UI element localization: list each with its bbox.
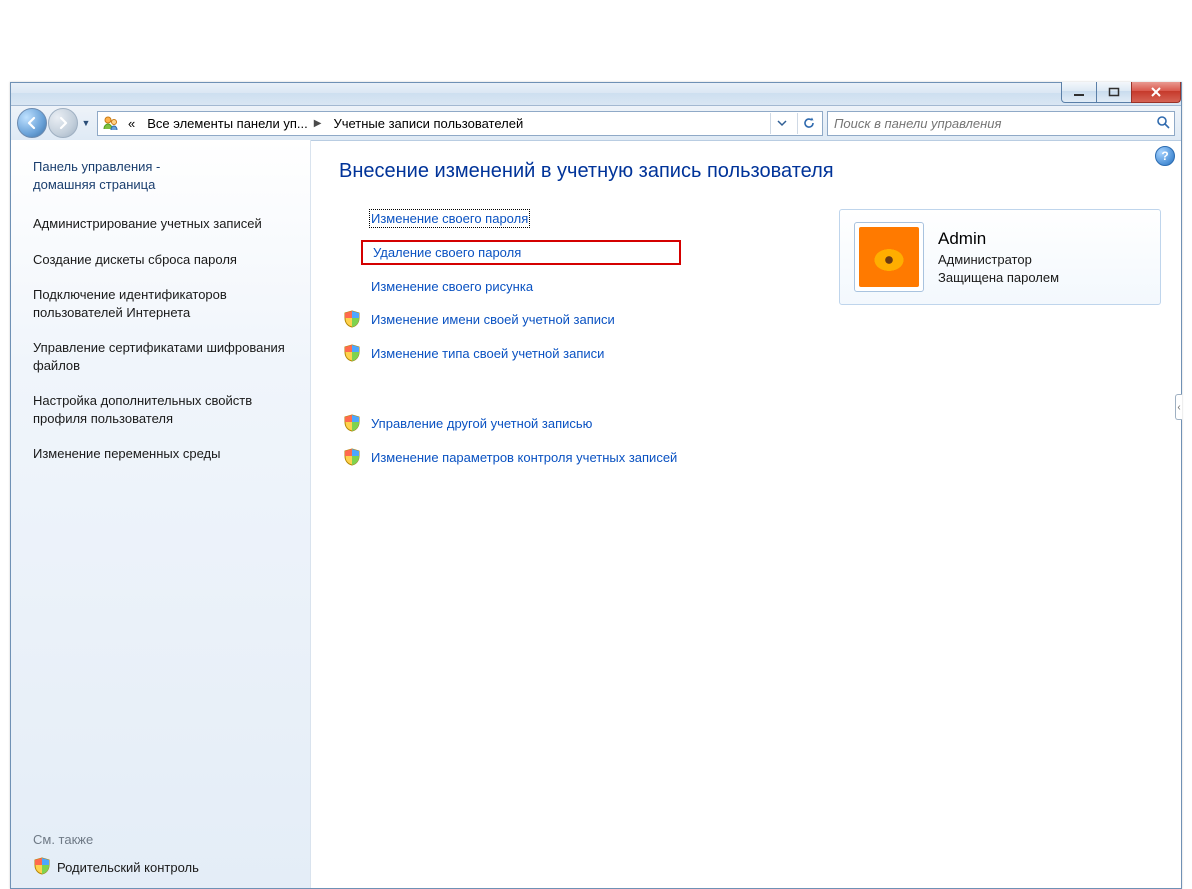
sidebar-task-2[interactable]: Подключение идентификаторов пользователе…: [33, 286, 288, 321]
avatar: [854, 222, 924, 292]
sidebar-task-5[interactable]: Изменение переменных среды: [33, 445, 288, 463]
user-card: Admin Администратор Защищена паролем: [839, 209, 1161, 305]
sidebar-task-0[interactable]: Администрирование учетных записей: [33, 215, 288, 233]
window: ▼ « Все элементы панели уп... ▶: [10, 82, 1182, 889]
link-remove-password-label: Удаление своего пароля: [373, 245, 521, 260]
search-input[interactable]: [832, 115, 1150, 132]
breadcrumb-part-2-label: Учетные записи пользователей: [333, 116, 523, 131]
shield-icon: [343, 310, 361, 328]
chevron-right-icon: ▶: [314, 118, 322, 129]
sidebar-task-4[interactable]: Настройка дополнительных свойств профиля…: [33, 392, 288, 427]
help-button[interactable]: ?: [1155, 146, 1175, 166]
chevron-down-icon: [777, 118, 787, 128]
titlebar: [11, 83, 1181, 106]
minimize-icon: [1073, 87, 1085, 97]
see-also-label: См. также: [33, 832, 288, 847]
back-button[interactable]: [17, 108, 47, 138]
forward-button[interactable]: [48, 108, 78, 138]
link-uac-settings-label: Изменение параметров контроля учетных за…: [371, 450, 677, 465]
link-manage-other[interactable]: Управление другой учетной записью: [339, 412, 681, 434]
main-row: Изменение своего пароля Удаление своего …: [339, 209, 1161, 468]
breadcrumb-overflow[interactable]: «: [124, 113, 139, 134]
user-accounts-icon: [102, 114, 120, 132]
home-link-line1: Панель управления -: [33, 159, 160, 174]
avatar-image: [859, 227, 919, 287]
account-actions: Изменение своего пароля Удаление своего …: [367, 209, 681, 468]
home-link-line2: домашняя страница: [33, 177, 155, 192]
breadcrumb-part-1[interactable]: Все элементы панели уп... ▶: [143, 113, 325, 134]
link-change-picture-label: Изменение своего рисунка: [371, 279, 533, 294]
link-change-type[interactable]: Изменение типа своей учетной записи: [339, 342, 681, 364]
address-bar: ▼ « Все элементы панели уп... ▶: [11, 106, 1181, 141]
search-box[interactable]: [827, 111, 1175, 136]
close-button[interactable]: [1131, 82, 1181, 103]
link-remove-password[interactable]: Удаление своего пароля: [361, 240, 681, 265]
user-role: Администратор: [938, 251, 1059, 269]
window-controls: [1062, 82, 1181, 103]
refresh-icon: [802, 116, 816, 130]
sidebar-task-3[interactable]: Управление сертификатами шифрования файл…: [33, 339, 288, 374]
parental-controls-link[interactable]: Родительский контроль: [33, 857, 288, 878]
page-heading: Внесение изменений в учетную запись поль…: [339, 160, 1161, 183]
arrow-left-icon: [25, 116, 39, 130]
address-field[interactable]: « Все элементы панели уп... ▶ Учетные за…: [97, 111, 823, 136]
user-name: Admin: [938, 227, 1059, 251]
parental-controls-label: Родительский контроль: [57, 860, 199, 875]
link-change-password[interactable]: Изменение своего пароля: [367, 209, 681, 228]
control-panel-home-link[interactable]: Панель управления - домашняя страница: [33, 158, 288, 193]
search-icon: [1156, 115, 1170, 132]
sidebar: Панель управления - домашняя страница Ад…: [11, 140, 311, 888]
maximize-icon: [1108, 87, 1120, 97]
chevron-left-icon: ‹: [1177, 402, 1180, 413]
shield-icon: [343, 344, 361, 362]
minimize-button[interactable]: [1061, 82, 1097, 103]
collapse-handle[interactable]: ‹: [1175, 394, 1182, 420]
arrow-right-icon: [56, 116, 70, 130]
sidebar-task-1[interactable]: Создание дискеты сброса пароля: [33, 251, 288, 269]
nav-arrows: ▼: [17, 108, 93, 138]
user-info: Admin Администратор Защищена паролем: [938, 227, 1059, 287]
nav-history-dropdown[interactable]: ▼: [79, 109, 93, 137]
link-manage-other-label: Управление другой учетной записью: [371, 416, 592, 431]
shield-icon: [33, 857, 51, 878]
maximize-button[interactable]: [1096, 82, 1132, 103]
link-change-type-label: Изменение типа своей учетной записи: [371, 346, 604, 361]
link-uac-settings[interactable]: Изменение параметров контроля учетных за…: [339, 446, 681, 468]
user-status: Защищена паролем: [938, 269, 1059, 287]
link-change-name[interactable]: Изменение имени своей учетной записи: [339, 308, 681, 330]
window-body: Панель управления - домашняя страница Ад…: [11, 140, 1181, 888]
refresh-button[interactable]: [797, 113, 820, 134]
shield-icon: [343, 448, 361, 466]
link-change-password-label: Изменение своего пароля: [371, 211, 528, 226]
link-change-picture[interactable]: Изменение своего рисунка: [367, 277, 681, 296]
close-icon: [1149, 86, 1163, 98]
breadcrumb-part-1-label: Все элементы панели уп...: [147, 116, 308, 131]
shield-icon: [343, 414, 361, 432]
content-area: ? Внесение изменений в учетную запись по…: [311, 140, 1181, 888]
breadcrumb-part-2[interactable]: Учетные записи пользователей: [329, 113, 527, 134]
address-dropdown-button[interactable]: [770, 113, 793, 134]
link-change-name-label: Изменение имени своей учетной записи: [371, 312, 615, 327]
